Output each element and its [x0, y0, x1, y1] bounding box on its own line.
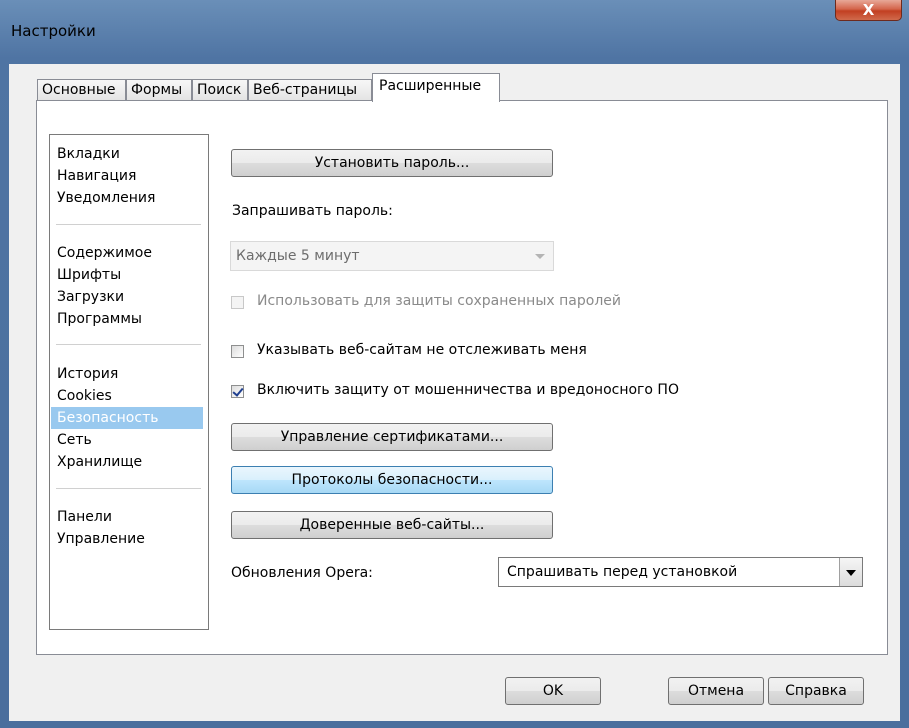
sidebar-item-control[interactable]: Управление [57, 528, 145, 550]
sidebar-item-downloads[interactable]: Загрузки [57, 286, 124, 308]
opera-updates-label: Обновления Opera: [231, 565, 373, 581]
password-interval-select: Каждые 5 минут [230, 241, 554, 271]
tab-search[interactable]: Поиск [192, 79, 248, 101]
cancel-button[interactable]: Отмена [668, 677, 764, 705]
advanced-panel: Вкладки Навигация Уведомления Содержимое… [36, 100, 888, 655]
chevron-down-icon [535, 254, 545, 259]
sidebar-divider [56, 488, 201, 489]
tab-basic[interactable]: Основные [37, 79, 126, 101]
manage-certificates-button[interactable]: Управление сертификатами... [231, 423, 553, 451]
dialog-client-area: Основные Формы Поиск Веб-страницы Расшир… [9, 64, 900, 721]
use-for-saved-passwords-label: Использовать для защиты сохраненных паро… [257, 293, 621, 309]
sidebar-divider [56, 224, 201, 225]
sidebar-item-content[interactable]: Содержимое [57, 242, 152, 264]
sidebar-item-tabs[interactable]: Вкладки [57, 143, 120, 165]
fraud-protection-label[interactable]: Включить защиту от мошенничества и вредо… [257, 382, 679, 398]
set-password-button[interactable]: Установить пароль... [231, 149, 553, 177]
do-not-track-checkbox[interactable] [231, 345, 244, 358]
ok-button[interactable]: OK [505, 677, 601, 705]
sidebar-item-programs[interactable]: Программы [57, 308, 142, 330]
sidebar-item-storage[interactable]: Хранилище [57, 451, 142, 473]
sidebar-item-network[interactable]: Сеть [57, 429, 92, 451]
security-protocols-button[interactable]: Протоколы безопасности... [231, 466, 553, 494]
sidebar-divider [56, 344, 201, 345]
sidebar-item-navigation[interactable]: Навигация [57, 165, 136, 187]
use-for-saved-passwords-checkbox [231, 296, 244, 309]
tab-advanced[interactable]: Расширенные [372, 73, 500, 102]
sidebar-item-notifications[interactable]: Уведомления [57, 187, 155, 209]
settings-dialog: Настройки X Основные Формы Поиск Веб-стр… [0, 0, 909, 728]
tab-web-pages[interactable]: Веб-страницы [248, 79, 372, 101]
do-not-track-label[interactable]: Указывать веб-сайтам не отслеживать меня [257, 342, 587, 358]
opera-updates-select[interactable]: Спрашивать перед установкой [498, 557, 863, 587]
opera-updates-value: Спрашивать перед установкой [507, 564, 738, 580]
dropdown-arrow-icon[interactable] [839, 558, 862, 586]
advanced-sidebar: Вкладки Навигация Уведомления Содержимое… [49, 134, 209, 630]
close-icon: X [862, 1, 875, 19]
close-button[interactable]: X [835, 0, 902, 21]
tab-forms[interactable]: Формы [126, 79, 192, 101]
help-button[interactable]: Справка [768, 677, 864, 705]
window-title: Настройки [11, 22, 96, 40]
ask-password-label: Запрашивать пароль: [232, 203, 393, 219]
sidebar-item-fonts[interactable]: Шрифты [57, 264, 121, 286]
trusted-websites-button[interactable]: Доверенные веб-сайты... [231, 511, 553, 539]
sidebar-item-toolbars[interactable]: Панели [57, 506, 112, 528]
sidebar-item-security[interactable]: Безопасность [51, 407, 203, 429]
title-bar[interactable]: Настройки X [0, 0, 909, 64]
fraud-protection-checkbox[interactable] [231, 385, 244, 398]
password-interval-value: Каждые 5 минут [236, 248, 360, 264]
sidebar-item-cookies[interactable]: Cookies [57, 385, 112, 407]
sidebar-item-history[interactable]: История [57, 363, 118, 385]
